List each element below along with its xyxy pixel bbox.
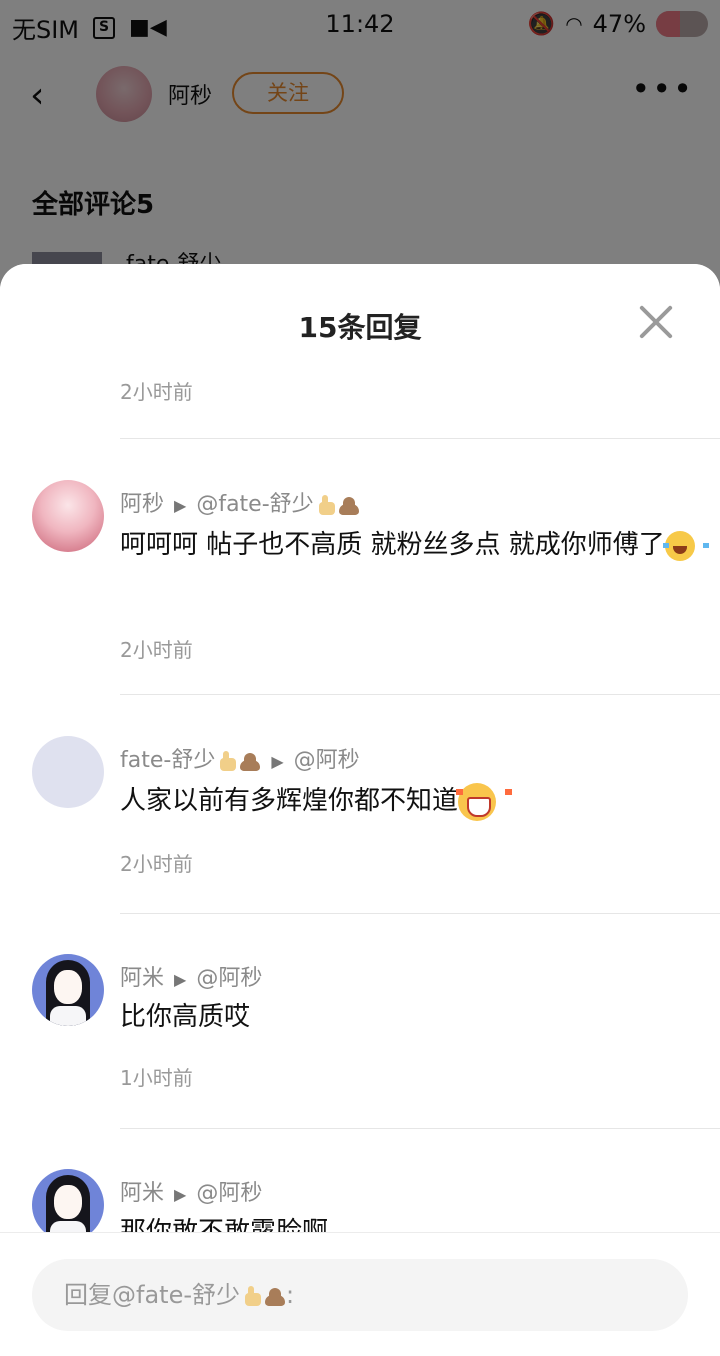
laughing-tears-emoji xyxy=(662,530,709,561)
avatar[interactable] xyxy=(32,1169,104,1232)
reply-text: 那你敢不敢露脸啊 xyxy=(120,1217,329,1232)
reply-target[interactable]: @阿秒 xyxy=(196,966,262,991)
reply-text: 人家以前有多辉煌你都不知道 xyxy=(120,780,696,822)
divider xyxy=(120,1128,720,1129)
reply-item[interactable]: 阿秒 ▶ @fate-舒少 呵呵呵 帖子也不高质 就粉丝多点 就成你师傅了 2小时前 xyxy=(0,480,720,700)
reply-text-content: 人家以前有多辉煌你都不知道 xyxy=(120,786,459,816)
divider xyxy=(120,694,720,695)
reply-to-arrow-icon: ▶ xyxy=(271,752,284,771)
reply-item[interactable]: 阿米 ▶ @阿秒 那你敢不敢露脸啊 xyxy=(0,1169,720,1232)
reply-input[interactable]: 回复@fate-舒少: xyxy=(32,1259,688,1331)
reply-target[interactable]: @fate-舒少 xyxy=(196,492,313,517)
reply-list[interactable]: 2小时前 阿秒 ▶ @fate-舒少 呵呵呵 帖子也不高质 就粉丝多点 就成你师傅了… xyxy=(0,264,720,1232)
reply-time: 1小时前 xyxy=(120,1066,193,1090)
reply-item[interactable]: fate-舒少 ▶ @阿秒 人家以前有多辉煌你都不知道 2小时前 xyxy=(0,736,720,912)
crying-emoji xyxy=(456,782,513,821)
reply-input-placeholder: 回复@fate-舒少 xyxy=(64,1281,240,1309)
avatar[interactable] xyxy=(32,954,104,1026)
avatar[interactable] xyxy=(32,736,104,808)
reply-author[interactable]: 阿米 xyxy=(120,966,164,991)
reply-target[interactable]: @阿秒 xyxy=(196,1181,262,1206)
reply-text: 比你高质哎 xyxy=(120,1002,251,1032)
reply-to-arrow-icon: ▶ xyxy=(174,970,187,989)
reply-target[interactable]: @阿秒 xyxy=(294,748,360,773)
poop-emoji xyxy=(338,494,360,516)
reply-time: 2小时前 xyxy=(120,380,193,404)
reply-to-arrow-icon: ▶ xyxy=(174,1185,187,1204)
thumbs-up-emoji xyxy=(316,494,336,516)
reply-input-bar: 回复@fate-舒少: xyxy=(0,1232,720,1356)
reply-text: 呵呵呵 帖子也不高质 就粉丝多点 就成你师傅了 xyxy=(120,524,709,566)
reply-time: 2小时前 xyxy=(120,638,193,662)
avatar[interactable] xyxy=(32,480,104,552)
close-icon[interactable] xyxy=(638,304,674,340)
thumbs-up-emoji xyxy=(217,750,237,772)
sheet-header: 15条回复 xyxy=(0,264,720,368)
poop-emoji xyxy=(239,750,261,772)
reply-author[interactable]: 阿秒 xyxy=(120,492,164,517)
divider xyxy=(120,438,720,439)
sheet-title: 15条回复 xyxy=(298,311,422,344)
reply-text-content: 呵呵呵 帖子也不高质 就粉丝多点 就成你师傅了 xyxy=(120,530,665,560)
replies-sheet: 2小时前 阿秒 ▶ @fate-舒少 呵呵呵 帖子也不高质 就粉丝多点 就成你师傅了… xyxy=(0,264,720,1356)
reply-author[interactable]: 阿米 xyxy=(120,1181,164,1206)
reply-input-placeholder-suffix: : xyxy=(286,1281,295,1309)
thumbs-up-emoji xyxy=(242,1285,262,1307)
reply-time: 2小时前 xyxy=(120,852,193,876)
reply-to-arrow-icon: ▶ xyxy=(174,496,187,515)
poop-emoji xyxy=(264,1285,286,1307)
reply-item[interactable]: 阿米 ▶ @阿秒 比你高质哎 1小时前 xyxy=(0,954,720,1130)
reply-author[interactable]: fate-舒少 xyxy=(120,748,215,773)
divider xyxy=(120,913,720,914)
